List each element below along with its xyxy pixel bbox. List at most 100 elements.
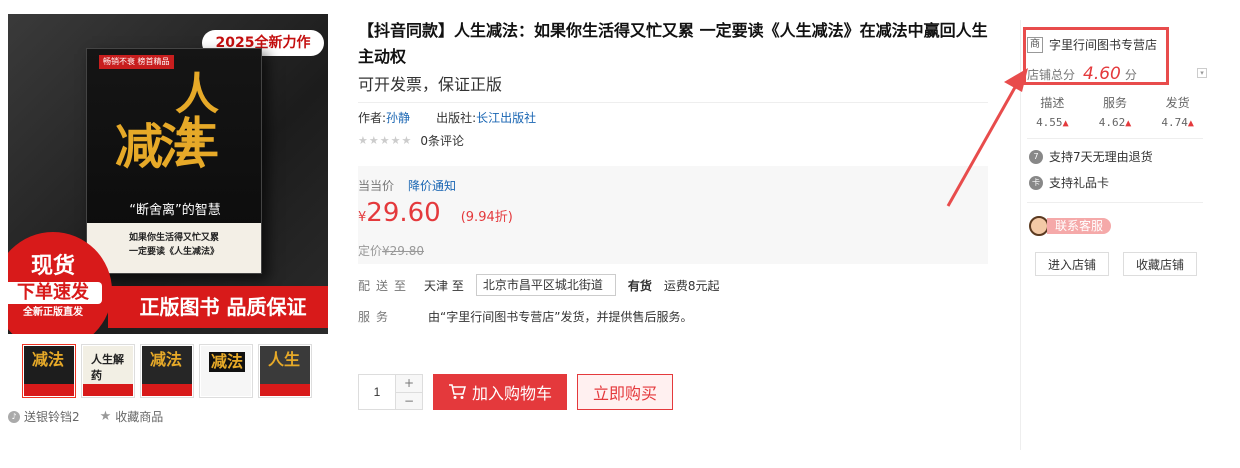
product-page: 2025全新力作 畅销不衰 榜首精品 人生 减法 “断舍离”的智慧 如果你生活得… [0, 0, 1240, 468]
rating-stars: ★★★★★ [358, 134, 413, 147]
price-label-row: 当当价 降价通知 [358, 178, 988, 194]
stock-status: 有货 [627, 278, 652, 293]
gallery-actions: ♪ 送银铃铛2 ★ 收藏商品 [8, 408, 163, 425]
author-link[interactable]: 孙静 [386, 111, 410, 125]
gift-card-icon: 卡 [1029, 175, 1043, 190]
rating-label-description: 描述 [1040, 96, 1065, 110]
thumbnail-title: 人生 [268, 350, 301, 369]
cover-band-line2: 一定要读《人生减法》 [128, 247, 219, 257]
rating-number: 4.55 [1036, 116, 1063, 129]
thumbnail-band [83, 384, 133, 396]
thumbnail-title: 减法 [150, 350, 183, 369]
service-gift-card-label: 支持礼品卡 [1049, 176, 1110, 190]
thumbnail-image: 减法 [24, 346, 74, 396]
cover-quote: “断舍离”的智慧 [129, 203, 221, 218]
thumbnail-band [24, 384, 74, 396]
thumbnail-title: 减法 [209, 352, 246, 372]
thumbnail-4[interactable]: 减法 [199, 344, 253, 398]
publisher-label: 出版社: [436, 111, 477, 125]
price-value: 29.60 [366, 198, 441, 228]
main-product-image[interactable]: 2025全新力作 畅销不衰 榜首精品 人生 减法 “断舍离”的智慧 如果你生活得… [8, 14, 328, 334]
author-label: 作者: [358, 111, 387, 125]
thumbnail-image: 减法 [201, 346, 251, 396]
rating-number: 4.62 [1098, 116, 1126, 129]
up-arrow-icon: ▲ [1062, 118, 1069, 129]
cover-band: 如果你生活得又忙又累 一定要读《人生减法》 [87, 223, 261, 273]
service-row: 服务 由“字里行间图书专营店”发货，并提供售后服务。 [358, 308, 692, 325]
list-price: 定价¥29.80 [358, 242, 988, 259]
service-gift-card: 卡 支持礼品卡 [1029, 174, 1109, 191]
address-selector[interactable]: 北京市昌平区城北街道 [475, 274, 616, 296]
shop-rating-grid: 描述 服务 发货 4.55▲ 4.62▲ 4.74▲ [1021, 94, 1209, 135]
list-price-label: 定价 [358, 244, 383, 258]
discount-rate: (9.94折) [460, 210, 513, 225]
quantity-buttons: + − [395, 375, 422, 409]
thumbnail-5[interactable]: 人生 [258, 344, 312, 398]
contact-service-label: 联系客服 [1047, 218, 1112, 234]
favorite-product-label: 收藏商品 [115, 410, 164, 424]
collect-shop-button[interactable]: 收藏店铺 [1123, 252, 1198, 276]
badge-line1: 现货 [30, 254, 75, 279]
up-arrow-icon: ▲ [1187, 118, 1194, 129]
enter-shop-button[interactable]: 进入店铺 [1035, 252, 1110, 276]
service-label: 服务 [358, 310, 395, 324]
service-text: 由“字里行间图书专营店”发货，并提供售后服务。 [428, 310, 693, 324]
thumbnail-strip: 减法 人生解药 减法 减法 人生 [22, 344, 312, 398]
list-price-value: ¥29.80 [382, 244, 425, 258]
shop-divider [1027, 202, 1203, 203]
rating-value-shipping: 4.74▲ [1146, 112, 1209, 135]
cart-icon [448, 384, 466, 399]
thumbnail-image: 减法 [142, 346, 192, 396]
shop-divider [1027, 138, 1203, 139]
service-return: 7 支持7天无理由退货 [1029, 148, 1153, 165]
cover-small-tag: 畅销不衰 榜首精品 [99, 55, 174, 69]
publisher-link[interactable]: 长江出版社 [476, 111, 536, 125]
gift-bell-label: 送银铃铛2 [24, 410, 80, 424]
rating-value-service: 4.62▲ [1084, 112, 1147, 135]
quantity-input[interactable] [359, 375, 395, 409]
quantity-stepper: + − [358, 374, 423, 410]
rating-label-shipping: 发货 [1165, 96, 1190, 110]
contact-service-button[interactable]: 联系客服 [1029, 216, 1112, 236]
product-subtitle: 可开发票，保证正版 [358, 75, 503, 94]
thumbnail-band [260, 384, 310, 396]
delivery-label: 配送至 [358, 278, 413, 293]
publisher-info: 出版社:长江出版社 [436, 109, 536, 127]
delivery-from: 天津 至 [424, 278, 464, 293]
comments-link[interactable]: 0条评论 [420, 132, 464, 149]
add-to-cart-button[interactable]: 加入购物车 [433, 374, 567, 410]
shop-buttons: 进入店铺 收藏店铺 [1035, 252, 1198, 276]
thumbnail-1[interactable]: 减法 [22, 344, 76, 398]
shipping-fee: 运费8元起 [663, 278, 720, 293]
book-cover: 畅销不衰 榜首精品 人生 减法 “断舍离”的智慧 如果你生活得又忙又累 一定要读… [86, 48, 262, 274]
favorite-product-link[interactable]: ★ 收藏商品 [100, 408, 164, 425]
thumbnail-band [142, 384, 192, 396]
badge-line2: 下单速发 [8, 282, 102, 304]
thumbnail-2[interactable]: 人生解药 [81, 344, 135, 398]
author-info: 作者:孙静 [358, 109, 410, 127]
thumbnail-title: 人生解药 [91, 353, 124, 382]
service-return-label: 支持7天无理由退货 [1049, 150, 1153, 164]
chevron-down-icon[interactable]: ▾ [1197, 68, 1207, 78]
delivery-row: 配送至 天津 至 北京市昌平区城北街道 有货 运费8元起 [358, 274, 720, 296]
cover-title-subtract: 减法 [115, 119, 207, 175]
thumbnail-title: 减法 [32, 350, 65, 369]
price-label: 当当价 [358, 179, 395, 193]
annotation-highlight-box [1023, 27, 1169, 85]
buy-now-button[interactable]: 立即购买 [577, 374, 673, 410]
info-divider [358, 102, 988, 103]
current-price: ¥29.60 [358, 198, 441, 228]
bell-icon: ♪ [8, 410, 20, 423]
product-title: 【抖音同款】人生减法：如果你生活得又忙又累 一定要读《人生减法》在减法中赢回人生… [358, 21, 988, 66]
thumbnail-3[interactable]: 减法 [140, 344, 194, 398]
gift-bell-link[interactable]: ♪ 送银铃铛2 [8, 408, 80, 425]
up-arrow-icon: ▲ [1125, 118, 1132, 129]
price-alert-link[interactable]: 降价通知 [408, 178, 456, 194]
quantity-plus-button[interactable]: + [396, 375, 422, 392]
purchase-row: + − 加入购物车 立即购买 [358, 374, 673, 410]
quantity-minus-button[interactable]: − [396, 392, 422, 409]
cover-band-line1: 如果你生活得又忙又累 [128, 233, 219, 243]
product-meta: 作者:孙静 出版社:长江出版社 [358, 109, 988, 127]
add-to-cart-label: 加入购物车 [471, 386, 552, 403]
rating-number: 4.74 [1161, 116, 1188, 129]
